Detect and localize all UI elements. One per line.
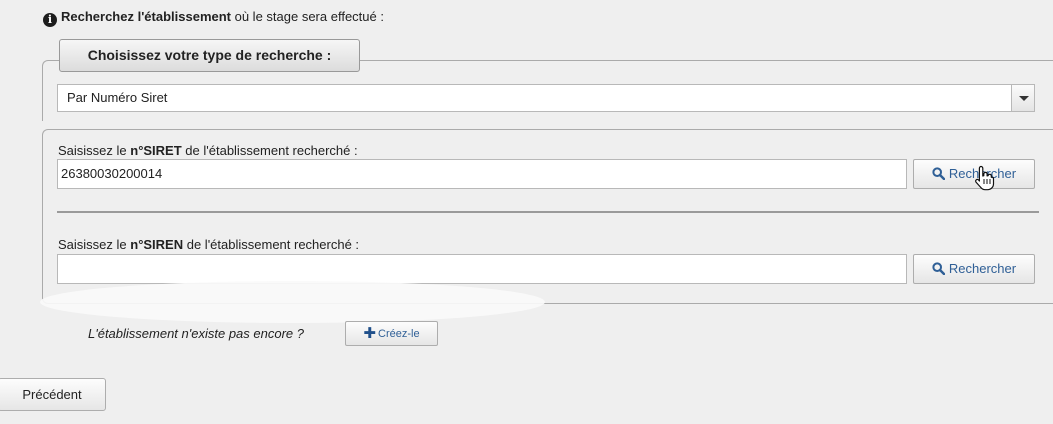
plus-icon: ✚ <box>363 325 376 342</box>
search-type-select[interactable]: Par Numéro Siret <box>57 84 1035 112</box>
search-type-legend: Choisissez votre type de recherche : <box>59 39 360 72</box>
siren-label-suffix: de l'établissement recherché : <box>183 237 360 252</box>
create-question: L'établissement n'existe pas encore ? <box>88 326 304 341</box>
siren-search-label: Rechercher <box>948 261 1017 276</box>
siret-input[interactable]: 26380030200014 <box>57 159 907 189</box>
siret-label: Saisissez le n°SIRET de l'établissement … <box>58 143 358 158</box>
previous-button[interactable]: Précédent <box>0 378 106 411</box>
intro-rest: où le stage sera effectué : <box>231 9 384 24</box>
search-icon <box>932 262 946 276</box>
siren-search-button[interactable]: Rechercher <box>913 254 1035 284</box>
intro-bold: Recherchez l'établissement <box>61 9 231 24</box>
siret-label-prefix: Saisissez le <box>58 143 131 158</box>
hand-pointer-cursor <box>975 165 995 191</box>
siret-label-suffix: de l'établissement recherché : <box>181 143 358 158</box>
separator <box>57 211 1039 213</box>
intro-text: i Recherchez l'établissement où le stage … <box>43 9 384 27</box>
overlay-smudge <box>40 281 545 323</box>
search-type-selected: Par Numéro Siret <box>67 90 168 105</box>
siren-input[interactable] <box>57 254 907 284</box>
search-icon <box>932 167 946 181</box>
siret-label-bold: n°SIRET <box>130 143 182 158</box>
info-icon: i <box>43 13 57 27</box>
siren-label-bold: n°SIREN <box>130 237 184 252</box>
siren-label-prefix: Saisissez le <box>58 237 131 252</box>
chevron-down-icon[interactable] <box>1011 84 1035 112</box>
siren-label: Saisissez le n°SIREN de l'établissement … <box>58 237 359 252</box>
create-button[interactable]: ✚ Créez-le <box>345 321 438 346</box>
create-button-label: Créez-le <box>378 328 420 340</box>
